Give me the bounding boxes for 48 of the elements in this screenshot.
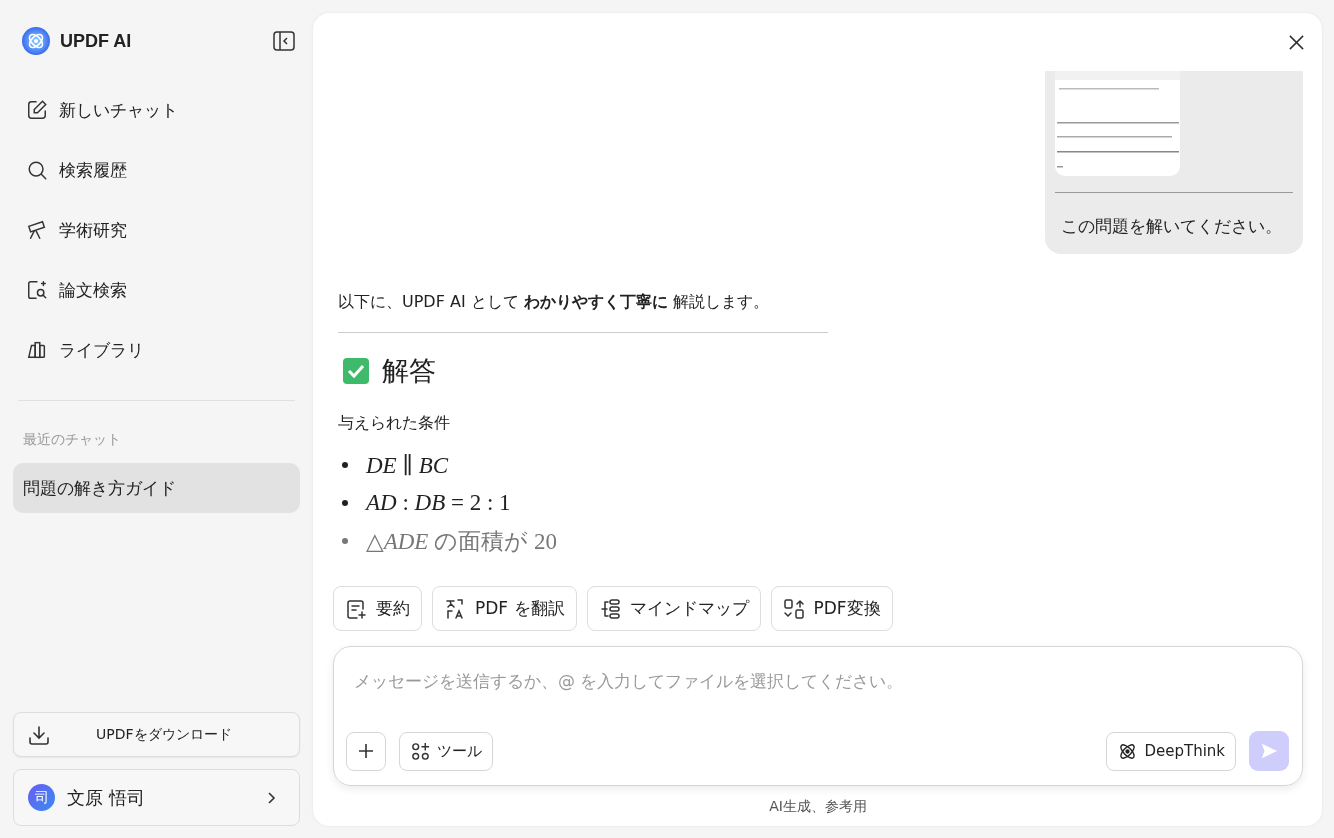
math-formula: DE ∥ BC xyxy=(366,451,449,479)
send-icon xyxy=(1260,742,1278,760)
quick-action-button[interactable]: 要約 xyxy=(333,586,422,631)
collapse-sidebar-icon[interactable] xyxy=(273,31,295,51)
telescope-icon xyxy=(26,219,48,241)
mind-map-icon xyxy=(598,597,621,620)
avatar: 司 xyxy=(28,784,55,811)
quick-action-button[interactable]: PDF変換 xyxy=(770,586,893,631)
user-account-button[interactable]: 司 文原 悟司 xyxy=(13,769,300,826)
books-icon xyxy=(26,339,48,361)
download-icon xyxy=(28,723,50,746)
edit-icon xyxy=(26,99,48,121)
chat-history-item[interactable]: 問題の解き方ガイド xyxy=(13,463,300,513)
answer-heading: 解答 xyxy=(382,354,436,388)
section-heading: 最近のチャット xyxy=(23,431,122,449)
deepthink-toggle[interactable]: DeepThink xyxy=(1106,731,1236,771)
tools-button[interactable]: ツール xyxy=(399,731,493,771)
message-input[interactable]: メッセージを送信するか、@ を入力してファイルを選択してください。 xyxy=(346,671,1289,691)
logo-icon xyxy=(22,27,50,55)
nav-item[interactable]: ライブラリ xyxy=(13,320,144,380)
nav-item[interactable]: 論文検索 xyxy=(13,260,127,320)
bullet-icon xyxy=(342,538,348,544)
plus-icon xyxy=(358,743,374,759)
nav-item[interactable]: 学術研究 xyxy=(13,200,127,260)
document-search-icon xyxy=(26,279,48,301)
bullet-icon xyxy=(342,500,348,506)
chevron-right-icon xyxy=(267,790,277,805)
disclaimer-text: AI生成、参考用 xyxy=(768,798,868,816)
message-text: この問題を解いてください。 xyxy=(1060,215,1283,238)
apps-sparkle-icon xyxy=(410,740,431,762)
convert-icon xyxy=(782,597,805,620)
brand-name: UPDF AI xyxy=(60,30,132,52)
quick-action-button[interactable]: マインドマップ xyxy=(586,586,761,631)
answer-text: 与えられた条件 xyxy=(338,413,451,434)
answer-text: 以下に、UPDF AI として わかりやすく丁寧に 解説します。 xyxy=(338,292,770,313)
bullet-icon xyxy=(342,462,348,468)
add-button[interactable] xyxy=(346,731,386,771)
check-mark-icon xyxy=(343,358,369,384)
math-formula: △ADE の面積が 20 xyxy=(366,527,557,556)
note-sparkle-icon xyxy=(345,597,367,620)
math-formula: AD : DB = 2 : 1 xyxy=(366,490,511,516)
quick-action-button[interactable]: PDF を翻訳 xyxy=(432,586,577,631)
close-icon[interactable] xyxy=(1288,33,1305,51)
translate-icon xyxy=(444,597,466,620)
nav-item[interactable]: 新しいチャット xyxy=(13,80,178,140)
nav-item[interactable]: 検索履歴 xyxy=(13,140,127,200)
download-button[interactable]: UPDFをダウンロード xyxy=(13,712,300,757)
search-icon xyxy=(26,159,48,181)
